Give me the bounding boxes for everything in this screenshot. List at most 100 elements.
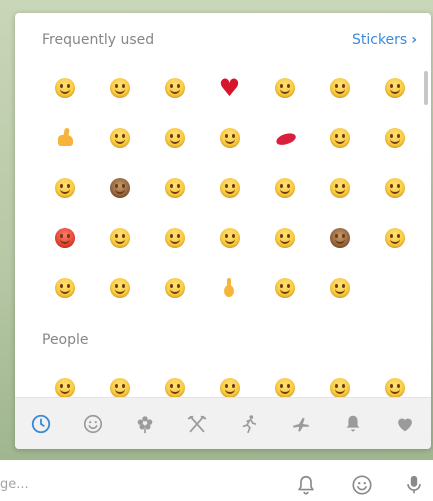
section-title-people: People [42,332,89,348]
kissing-face-emoji[interactable] [257,213,312,263]
smiley-face-emoji[interactable] [257,363,312,397]
smiley-face-emoji[interactable] [202,163,257,213]
smirk-face-icon [109,228,130,248]
thumbs-up-emoji[interactable] [37,113,92,163]
food-tab[interactable] [171,398,223,449]
recent-tab[interactable] [15,398,67,449]
ok-hand-emoji[interactable] [202,263,257,313]
sweat-smile-face-emoji[interactable] [367,363,422,397]
unamused-face-icon [329,128,350,148]
message-input[interactable] [0,474,200,494]
grin-face-emoji[interactable] [147,113,202,163]
smirk-face-emoji[interactable] [92,213,147,263]
sweat-smile-face-emoji[interactable] [202,213,257,263]
neutral-face-icon [274,278,295,298]
neutral-face-emoji[interactable] [257,263,312,313]
blush-face-emoji[interactable] [312,63,367,113]
grin-face-icon [164,378,185,397]
stickers-link[interactable]: Stickers › [352,31,417,49]
grin-face-emoji[interactable] [37,363,92,397]
grin-face-icon [54,378,75,397]
nature-tab[interactable] [119,398,171,449]
kiss-lips-emoji[interactable] [257,113,312,163]
emoji-scroll-area[interactable]: Frequently used Stickers › ♥ People [15,13,431,397]
sweat-smile-face-icon [384,378,405,397]
see-no-evil-monkey-emoji[interactable] [92,163,147,213]
yum-face-icon [109,278,130,298]
tongue-face-icon [54,178,75,198]
angry-face-emoji[interactable] [37,213,92,263]
crying-face-emoji[interactable] [202,113,257,163]
heart-eyes-face-emoji[interactable] [257,63,312,113]
kiss-face-icon [164,78,185,98]
squint-tongue-face-emoji[interactable] [312,163,367,213]
flower-icon [137,416,153,434]
joy-face-icon [219,378,240,397]
confused-face-emoji[interactable] [312,263,367,313]
ok-hand-icon [220,278,240,298]
joy-face-icon [109,78,130,98]
blush-face-icon [329,78,350,98]
wink-face-emoji[interactable] [147,163,202,213]
relieved-face-emoji[interactable] [92,113,147,163]
microphone-button[interactable] [401,472,427,498]
confused-face-icon [329,278,350,298]
travel-tab[interactable] [275,398,327,449]
grin-face-emoji[interactable] [312,363,367,397]
grin-face-emoji[interactable] [37,263,92,313]
laughing-face-icon [164,278,185,298]
emoji-category-tabs [15,397,431,449]
red-heart-icon: ♥ [218,74,241,102]
section-title-frequently-used: Frequently used [42,32,155,48]
tongue-face-emoji[interactable] [37,163,92,213]
plane-icon [292,417,310,432]
grin-face-icon [109,378,130,397]
kiss-lips-icon [275,128,295,148]
disappointed-face-icon [164,228,185,248]
smiling-face-icon [54,78,75,98]
people-tab[interactable] [67,398,119,449]
grin-face-emoji[interactable] [147,363,202,397]
red-heart-emoji[interactable]: ♥ [202,63,257,113]
activity-tab[interactable] [223,398,275,449]
monkey-face-emoji[interactable] [312,213,367,263]
smiling-face-emoji[interactable] [37,63,92,113]
bell-button[interactable] [293,472,319,498]
see-no-evil-monkey-icon [109,178,130,198]
symbols-tab[interactable] [379,398,431,449]
bell-icon [298,475,314,495]
sad-face-icon [274,178,295,198]
angry-face-icon [54,228,75,248]
stickers-link-label: Stickers [351,32,408,48]
emoji-button[interactable] [349,472,375,498]
emoji-grid-frequently-used: ♥ [37,63,422,313]
scrollbar-thumb[interactable] [424,71,428,105]
unamused-face-emoji[interactable] [312,113,367,163]
laughing-face-emoji[interactable] [147,263,202,313]
sad-face-emoji[interactable] [257,163,312,213]
smile-icon [352,475,372,495]
sweat-smile-face-icon [219,228,240,248]
grin-face-icon [164,128,185,148]
fork-knife-icon [187,415,207,433]
bell-icon [346,415,360,432]
disappointed-face-emoji[interactable] [147,213,202,263]
objects-tab[interactable] [327,398,379,449]
monkey-face-icon [329,228,350,248]
relieved-face-emoji[interactable] [367,213,422,263]
squint-tongue-face-icon [329,178,350,198]
kissing-face-icon [274,228,295,248]
yum-face-emoji[interactable] [92,263,147,313]
smiley-face-icon [274,378,295,397]
message-composer [0,460,433,501]
flushed-face-emoji[interactable] [367,113,422,163]
grin-face-icon [329,378,350,397]
emoji-panel: Frequently used Stickers › ♥ People [15,13,431,449]
kiss-face-emoji[interactable] [147,63,202,113]
joy-face-emoji[interactable] [92,63,147,113]
smiley-face-icon [219,178,240,198]
grin-face-emoji[interactable] [367,63,422,113]
scream-face-emoji[interactable] [367,163,422,213]
grin-face-emoji[interactable] [92,363,147,397]
joy-face-emoji[interactable] [202,363,257,397]
